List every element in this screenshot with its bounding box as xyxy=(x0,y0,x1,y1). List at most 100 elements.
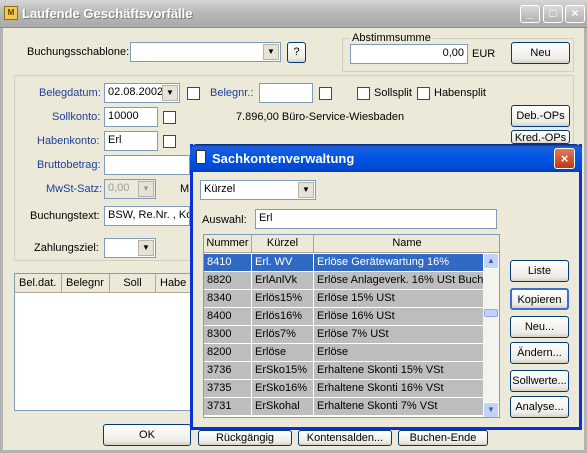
cell-kuerzel: Erlös16% xyxy=(252,308,314,326)
buchungstext-field[interactable]: BSW, Re.Nr. , Ko xyxy=(104,206,190,226)
belegdatum-field[interactable]: 02.08.2002 ▼ xyxy=(104,83,180,103)
sollsplit-checkbox[interactable] xyxy=(357,87,370,100)
cell-name: Erhaltene Skonti 15% VSt xyxy=(314,362,484,380)
cell-nummer: 3731 xyxy=(204,398,252,416)
buchen-ende-button[interactable]: Buchen-Ende xyxy=(398,430,488,446)
kred-ops-button[interactable]: Kred.-OPs xyxy=(511,130,570,144)
sollkonto-checkbox[interactable] xyxy=(163,111,176,124)
belegdatum-value: 02.08.2002 xyxy=(108,86,164,98)
belegnr-label: Belegnr.: xyxy=(210,87,254,99)
auswahl-label: Auswahl: xyxy=(202,214,247,226)
cell-nummer: 8300 xyxy=(204,326,252,344)
neu-account-button[interactable]: Neu... xyxy=(510,316,569,338)
cell-kuerzel: Erlös7% xyxy=(252,326,314,344)
zahlungsziel-label: Zahlungsziel: xyxy=(34,242,99,254)
cell-name: Erlöse 7% USt xyxy=(314,326,484,344)
cell-kuerzel: Erl. WV xyxy=(252,254,314,272)
cell-name: Erlöse 15% USt xyxy=(314,290,484,308)
deb-ops-button[interactable]: Deb.-OPs xyxy=(511,105,570,127)
table-row[interactable]: 3736 ErSko15% Erhaltene Skonti 15% VSt xyxy=(204,362,484,380)
mwst-partial-label: M xyxy=(180,183,190,195)
chevron-down-icon[interactable]: ▼ xyxy=(162,85,178,101)
chevron-down-icon[interactable]: ▼ xyxy=(263,44,279,60)
bruttobetrag-field[interactable] xyxy=(104,155,190,175)
chevron-down-icon[interactable]: ▼ xyxy=(298,182,314,198)
dialog-title: Sachkontenverwaltung xyxy=(212,151,355,166)
liste-button[interactable]: Liste xyxy=(510,260,569,282)
belegdatum-checkbox[interactable] xyxy=(187,87,200,100)
column-header-nummer[interactable]: Nummer xyxy=(204,235,252,253)
grid-scrollbar[interactable]: ▲ ▼ xyxy=(483,253,499,417)
habensplit-label: Habensplit xyxy=(434,87,486,99)
chevron-down-icon[interactable]: ▼ xyxy=(138,240,154,256)
table-row[interactable]: 3735 ErSko16% Erhaltene Skonti 16% VSt xyxy=(204,380,484,398)
cell-nummer: 3735 xyxy=(204,380,252,398)
belegnr-checkbox[interactable] xyxy=(319,87,332,100)
kopieren-button[interactable]: Kopieren xyxy=(510,288,569,310)
main-window-title: Laufende Geschäftsvorfälle xyxy=(22,6,193,21)
sollwerte-button[interactable]: Sollwerte... xyxy=(510,370,569,392)
sort-combo[interactable]: Kürzel ▼ xyxy=(200,180,316,200)
sollkonto-info: 7.896,00 Büro-Service-Wiesbaden xyxy=(236,111,405,123)
table-row[interactable]: 8300 Erlös7% Erlöse 7% USt xyxy=(204,326,484,344)
mwst-satz-combo[interactable]: 0,00 ▼ xyxy=(104,179,156,199)
table-row[interactable]: 3731 ErSkohal Erhaltene Skonti 7% VSt xyxy=(204,398,484,416)
cell-nummer: 3736 xyxy=(204,362,252,380)
maximize-button[interactable]: □ xyxy=(543,5,563,23)
column-header-beldat[interactable]: Bel.dat. xyxy=(15,274,62,293)
scroll-up-icon[interactable]: ▲ xyxy=(483,253,499,269)
document-icon xyxy=(196,150,206,164)
sollkonto-label: Sollkonto: xyxy=(52,111,101,123)
buchungstext-label: Buchungstext: xyxy=(30,210,100,222)
column-header-haben[interactable]: Habe xyxy=(156,274,194,293)
close-main-button[interactable]: × xyxy=(565,5,585,23)
belegnr-field[interactable] xyxy=(259,83,313,103)
habenkonto-label: Habenkonto: xyxy=(37,135,100,147)
cell-name: Erlöse Gerätewartung 16% xyxy=(314,254,484,272)
close-dialog-button[interactable]: × xyxy=(554,148,575,169)
column-header-kuerzel[interactable]: Kürzel xyxy=(252,235,314,253)
accounts-grid[interactable]: Nummer Kürzel Name 8410 Erl. WV Erlöse Ger… xyxy=(203,234,500,418)
column-header-soll[interactable]: Soll xyxy=(110,274,156,293)
minimize-button[interactable]: _ xyxy=(520,5,540,23)
cell-kuerzel: ErSkohal xyxy=(252,398,314,416)
column-header-belegnr[interactable]: Belegnr xyxy=(62,274,110,293)
rueckgaengig-button[interactable]: Rückgängig xyxy=(198,430,292,446)
cell-name: Erhaltene Skonti 7% VSt xyxy=(314,398,484,416)
habensplit-checkbox[interactable] xyxy=(417,87,430,100)
analyse-button[interactable]: Analyse... xyxy=(510,396,569,418)
abstimmsumme-field[interactable]: 0,00 xyxy=(350,44,468,64)
auswahl-field[interactable]: Erl xyxy=(255,209,497,229)
habenkonto-field[interactable]: Erl xyxy=(104,131,158,151)
bookings-list[interactable]: Bel.dat. Belegnr Soll Habe xyxy=(14,273,194,411)
neu-button[interactable]: Neu xyxy=(511,42,570,64)
belegdatum-label: Belegdatum: xyxy=(39,87,101,99)
help-button[interactable]: ? xyxy=(287,42,306,63)
table-row[interactable]: 8400 Erlös16% Erlöse 16% USt xyxy=(204,308,484,326)
habenkonto-checkbox[interactable] xyxy=(163,135,176,148)
cell-name: Erlöse Anlageverk. 16% USt Buchg xyxy=(314,272,484,290)
table-row[interactable]: 8820 ErlAnlVk Erlöse Anlageverk. 16% USt B… xyxy=(204,272,484,290)
cell-kuerzel: Erlös15% xyxy=(252,290,314,308)
app-icon: M xyxy=(4,6,18,20)
bruttobetrag-label: Bruttobetrag: xyxy=(37,159,101,171)
main-titlebar: M Laufende Geschäftsvorfälle _ □ × xyxy=(0,0,587,28)
sollsplit-label: Sollsplit xyxy=(374,87,412,99)
table-row[interactable]: 8410 Erl. WV Erlöse Gerätewartung 16% xyxy=(204,254,484,272)
table-row[interactable]: 8200 Erlöse Erlöse xyxy=(204,344,484,362)
cell-kuerzel: ErSko16% xyxy=(252,380,314,398)
buchungsschablone-combo[interactable]: ▼ xyxy=(130,42,281,62)
aendern-button[interactable]: Ändern... xyxy=(510,342,569,364)
sollkonto-field[interactable]: 10000 xyxy=(104,107,158,127)
cell-name: Erhaltene Skonti 16% VSt xyxy=(314,380,484,398)
ok-button[interactable]: OK xyxy=(103,424,191,446)
cell-kuerzel: ErSko15% xyxy=(252,362,314,380)
currency-label: EUR xyxy=(472,48,496,60)
kontensalden-button[interactable]: Kontensalden... xyxy=(298,430,392,446)
zahlungsziel-combo[interactable]: ▼ xyxy=(104,238,156,258)
scroll-down-icon[interactable]: ▼ xyxy=(483,402,499,417)
scroll-thumb[interactable] xyxy=(484,309,498,317)
table-row[interactable]: 8340 Erlös15% Erlöse 15% USt xyxy=(204,290,484,308)
column-header-name[interactable]: Name xyxy=(314,235,499,253)
chevron-down-icon[interactable]: ▼ xyxy=(138,181,154,197)
